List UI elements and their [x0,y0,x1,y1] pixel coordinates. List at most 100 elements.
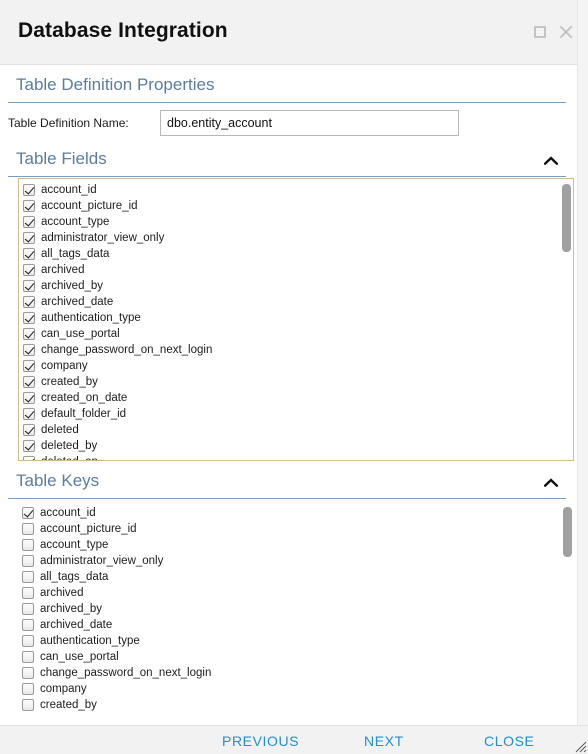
checkbox-icon[interactable] [22,619,34,631]
list-item[interactable]: all_tags_data [18,569,574,585]
checkbox-checked-icon[interactable] [23,248,35,260]
checkbox-checked-icon[interactable] [23,328,35,340]
list-item[interactable]: authentication_type [18,633,574,649]
checkbox-icon[interactable] [22,539,34,551]
table-fields-scrollbar-thumb[interactable] [562,184,571,252]
checkbox-icon[interactable] [22,603,34,615]
resize-grip-icon[interactable] [573,739,587,753]
list-item[interactable]: authentication_type [19,310,573,326]
checkbox-checked-icon[interactable] [23,296,35,308]
checkbox-icon[interactable] [22,651,34,663]
list-item-label: authentication_type [40,635,140,647]
list-item-label: archived_by [41,280,104,292]
list-item-label: administrator_view_only [41,232,165,244]
close-button[interactable]: CLOSE [484,733,534,749]
chevron-up-icon-table-fields[interactable] [544,156,558,165]
list-item-label: change_password_on_next_login [40,667,212,679]
list-item[interactable]: archived [18,585,574,601]
checkbox-icon[interactable] [22,699,34,711]
table-fields-listbox[interactable]: account_id account_picture_id account_type… [18,178,574,461]
checkbox-checked-icon[interactable] [23,344,35,356]
checkbox-icon[interactable] [22,571,34,583]
checkbox-checked-icon[interactable] [23,424,35,436]
list-item-label: deleted [41,424,79,436]
database-integration-dialog: Database Integration Table Definition Pr… [0,0,588,754]
list-item[interactable]: created_by [19,374,573,390]
checkbox-checked-icon[interactable] [23,200,35,212]
list-item[interactable]: account_id [18,505,574,521]
list-item-label: all_tags_data [41,248,110,260]
close-x-icon[interactable] [558,24,574,40]
list-item[interactable]: administrator_view_only [18,553,574,569]
list-item[interactable]: archived [19,262,573,278]
list-item[interactable]: archived_by [19,278,573,294]
table-fields-scrollbar-track[interactable] [562,182,571,459]
checkbox-checked-icon[interactable] [23,232,35,244]
table-keys-list: account_id account_picture_id account_type… [18,502,574,713]
list-item[interactable]: deleted [19,422,573,438]
dialog-vertical-scrollbar[interactable] [577,0,588,725]
list-item[interactable]: change_password_on_next_login [19,342,573,358]
dialog-titlebar: Database Integration [0,0,588,65]
dialog-body: Table Definition Properties Table Defini… [0,65,577,725]
checkbox-checked-icon[interactable] [23,312,35,324]
list-item[interactable]: change_password_on_next_login [18,665,574,681]
list-item-label: archived [41,264,85,276]
table-keys-scrollbar-track[interactable] [563,505,572,723]
list-item[interactable]: archived_date [19,294,573,310]
list-item[interactable]: created_on_date [19,390,573,406]
list-item-label: deleted_on [41,456,98,460]
previous-button[interactable]: PREVIOUS [222,733,299,749]
checkbox-icon[interactable] [22,587,34,599]
list-item[interactable]: account_id [19,182,573,198]
list-item[interactable]: can_use_portal [19,326,573,342]
list-item-label: administrator_view_only [40,555,164,567]
checkbox-icon[interactable] [22,555,34,567]
checkbox-checked-icon[interactable] [23,184,35,196]
list-item[interactable]: company [18,681,574,697]
checkbox-checked-icon[interactable] [22,507,34,519]
list-item[interactable]: archived_date [18,617,574,633]
list-item[interactable]: deleted_by [19,438,573,454]
list-item[interactable]: administrator_view_only [19,230,573,246]
checkbox-icon[interactable] [22,635,34,647]
table-definition-name-row: Table Definition Name: [0,110,577,140]
list-item[interactable]: account_picture_id [18,521,574,537]
list-item[interactable]: company [19,358,573,374]
list-item-label: created_by [41,376,98,388]
window-controls [534,24,574,40]
checkbox-checked-icon[interactable] [23,280,35,292]
checkbox-checked-icon[interactable] [23,456,35,460]
table-keys-scrollbar-thumb[interactable] [563,507,572,557]
list-item[interactable]: created_by [18,697,574,713]
checkbox-checked-icon[interactable] [23,264,35,276]
checkbox-icon[interactable] [22,667,34,679]
list-item[interactable]: deleted_on [19,454,573,460]
list-item-label: account_type [41,216,110,228]
list-item[interactable]: all_tags_data [19,246,573,262]
list-item[interactable]: can_use_portal [18,649,574,665]
list-item[interactable]: archived_by [18,601,574,617]
maximize-square-icon[interactable] [534,26,546,38]
list-item[interactable]: default_folder_id [19,406,573,422]
checkbox-icon[interactable] [22,523,34,535]
checkbox-checked-icon[interactable] [23,408,35,420]
list-item[interactable]: account_type [19,214,573,230]
checkbox-checked-icon[interactable] [23,440,35,452]
checkbox-checked-icon[interactable] [23,216,35,228]
table-definition-name-input[interactable] [160,110,459,136]
checkbox-icon[interactable] [22,683,34,695]
checkbox-checked-icon[interactable] [23,376,35,388]
checkbox-checked-icon[interactable] [23,392,35,404]
section-header-table-fields: Table Fields [8,147,566,177]
chevron-up-icon-table-keys[interactable] [544,478,558,487]
checkbox-checked-icon[interactable] [23,360,35,372]
list-item[interactable]: account_picture_id [19,198,573,214]
section-header-table-keys: Table Keys [8,469,566,499]
list-item-label: created_by [40,699,97,711]
section-title-table-keys: Table Keys [16,471,100,490]
list-item-label: change_password_on_next_login [41,344,213,356]
table-keys-listbox[interactable]: account_id account_picture_id account_type… [18,502,574,725]
list-item[interactable]: account_type [18,537,574,553]
next-button[interactable]: NEXT [364,733,404,749]
